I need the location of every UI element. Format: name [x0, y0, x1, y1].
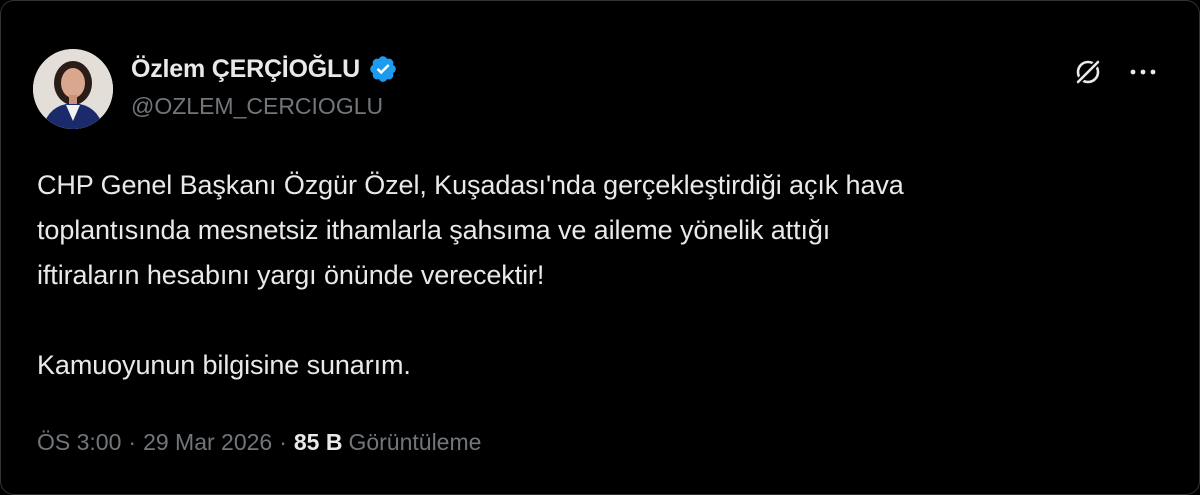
avatar-image [33, 49, 113, 129]
views-count: 85 B [293, 429, 343, 455]
avatar[interactable] [33, 49, 113, 129]
meta-separator: · [128, 429, 137, 455]
more-options-button[interactable] [1123, 52, 1163, 92]
verified-badge-icon[interactable] [368, 54, 398, 84]
more-horizontal-icon [1130, 69, 1156, 75]
tweet-meta: ÖS 3:00 · 29 Mar 2026 · 85 B Görüntüleme [37, 429, 481, 456]
tweet-card: Özlem ÇERÇİOĞLU @OZLEM_CERCIOGLU CHP Gen… [0, 0, 1200, 495]
grok-icon [1074, 58, 1102, 86]
display-name[interactable]: Özlem ÇERÇİOĞLU [131, 55, 360, 84]
views-label: Görüntüleme [348, 429, 482, 455]
user-handle[interactable]: @OZLEM_CERCIOGLU [131, 93, 383, 120]
name-row: Özlem ÇERÇİOĞLU [131, 51, 398, 87]
tweet-time[interactable]: ÖS 3:00 [37, 429, 121, 456]
tweet-text: CHP Genel Başkanı Özgür Özel, Kuşadası'n… [37, 170, 904, 380]
meta-separator: · [279, 429, 287, 455]
tweet-date[interactable]: 29 Mar 2026 [143, 429, 272, 456]
grok-button[interactable] [1068, 52, 1108, 92]
